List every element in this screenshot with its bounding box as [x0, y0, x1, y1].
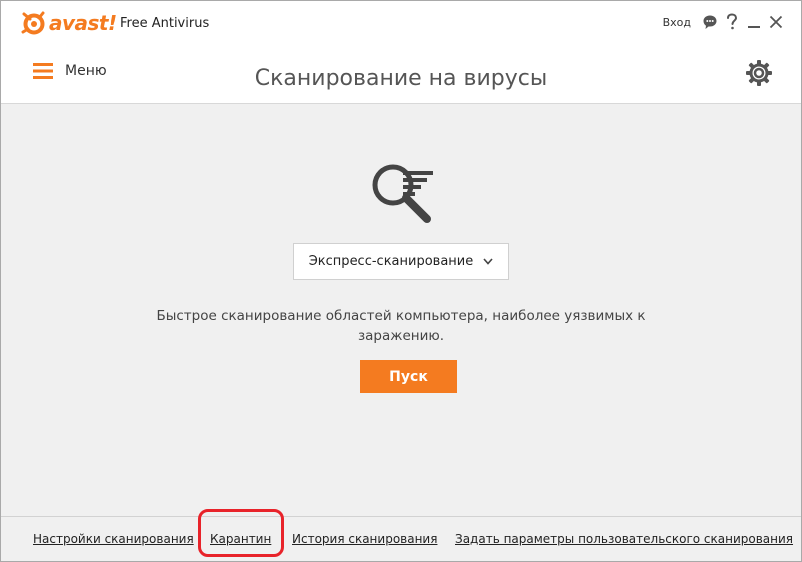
window-controls: Вход	[663, 9, 787, 35]
scan-magnifier-icon	[369, 161, 437, 229]
footer-link-scan-settings[interactable]: Настройки сканирования	[33, 532, 194, 546]
gear-icon[interactable]	[745, 59, 773, 91]
scan-description: Быстрое сканирование областей компьютера…	[156, 308, 646, 344]
footer-link-custom-scan[interactable]: Задать параметры пользовательского скани…	[455, 532, 793, 546]
scan-type-dropdown[interactable]: Экспресс-сканирование	[293, 243, 509, 280]
start-scan-button[interactable]: Пуск	[360, 360, 457, 393]
quarantine-highlight-annotation	[198, 509, 284, 557]
close-icon[interactable]	[765, 9, 787, 35]
login-link[interactable]: Вход	[663, 16, 691, 29]
minimize-icon[interactable]	[743, 9, 765, 35]
avast-logo-icon	[21, 11, 45, 35]
chevron-down-icon	[483, 255, 493, 268]
app-window: avast! Free Antivirus Вход Меню Сканиров…	[0, 0, 802, 562]
page-title: Сканирование на вирусы	[254, 66, 548, 91]
top-bar: avast! Free Antivirus Вход Меню Сканиров…	[1, 1, 801, 104]
footer-links: Настройки сканирования Карантин История …	[1, 516, 801, 561]
footer-link-scan-history[interactable]: История сканирования	[292, 532, 437, 546]
chat-icon[interactable]	[699, 9, 721, 35]
product-name: Free Antivirus	[120, 16, 210, 31]
avast-logo: avast!	[21, 10, 117, 36]
help-icon[interactable]	[721, 9, 743, 35]
logo-text: avast!	[49, 11, 117, 35]
scan-type-value: Экспресс-сканирование	[308, 254, 474, 269]
